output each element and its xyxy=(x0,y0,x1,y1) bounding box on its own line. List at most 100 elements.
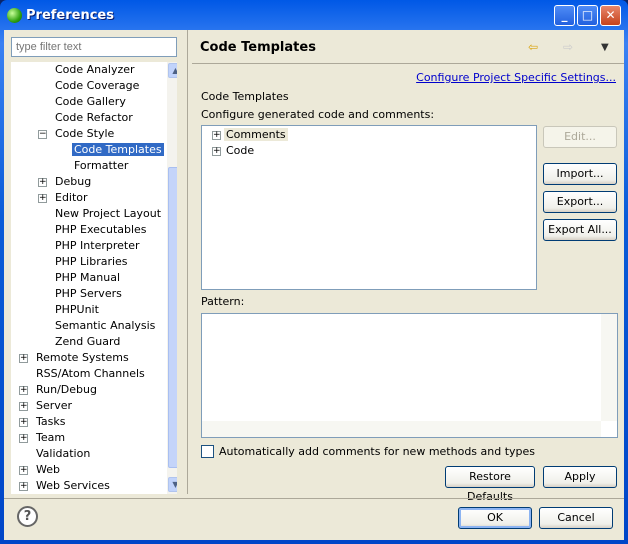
tree-item-label: New Project Layout xyxy=(55,207,162,220)
configure-label: Configure generated code and comments: xyxy=(201,108,435,121)
tree-item[interactable]: PHP Servers xyxy=(53,286,124,302)
sash[interactable] xyxy=(187,30,188,494)
tree-item-label: Code Style xyxy=(55,127,115,140)
expand-icon[interactable]: + xyxy=(19,434,28,443)
help-icon[interactable]: ? xyxy=(17,506,38,527)
expand-icon[interactable]: + xyxy=(212,131,221,140)
window-title: Preferences xyxy=(26,8,114,23)
tree-item[interactable]: Formatter xyxy=(72,158,130,174)
tree-item-label: PHP Executables xyxy=(55,223,147,236)
page-title: Code Templates xyxy=(200,40,316,55)
tree-item[interactable]: + Remote Systems xyxy=(19,350,131,366)
expand-icon[interactable]: + xyxy=(19,466,28,475)
tree-item-label: Run/Debug xyxy=(36,383,97,396)
tree-item[interactable]: + Web xyxy=(19,462,62,478)
import-button[interactable]: Import... xyxy=(543,163,617,185)
export-button[interactable]: Export... xyxy=(543,191,617,213)
template-item-comments[interactable]: + Comments xyxy=(210,127,288,143)
tree-item[interactable]: + Tasks xyxy=(19,414,67,430)
expand-icon[interactable]: + xyxy=(19,418,28,427)
expand-icon[interactable]: + xyxy=(212,147,221,156)
minimize-button[interactable]: _ xyxy=(554,5,575,26)
restore-defaults-button[interactable]: Restore Defaults xyxy=(445,466,535,503)
expand-icon[interactable]: + xyxy=(19,482,28,491)
tree-item[interactable]: Code Gallery xyxy=(53,94,128,110)
export-all-button[interactable]: Export All... xyxy=(543,219,617,241)
tree-item-label: PHP Manual xyxy=(55,271,121,284)
tree-item-label: Code Gallery xyxy=(55,95,126,108)
dialog-body: + Web Services + Web Validation + Team + Tasks + S… xyxy=(4,30,624,540)
tree-item-label: PHP Interpreter xyxy=(55,239,140,252)
tree-item-label: Debug xyxy=(55,175,92,188)
tree-item-label: Formatter xyxy=(74,159,129,172)
maximize-button[interactable]: □ xyxy=(577,5,598,26)
footer-separator xyxy=(4,498,624,499)
edit-button[interactable]: Edit... xyxy=(543,126,617,148)
templates-tree: + Comments + Code xyxy=(201,125,537,290)
tree-item[interactable]: + Debug xyxy=(38,174,93,190)
tree-item[interactable]: PHP Executables xyxy=(53,222,149,238)
tree-item-label: Code Coverage xyxy=(55,79,140,92)
tree-item-label: Code Templates xyxy=(72,143,164,156)
tree-item[interactable]: Code Analyzer xyxy=(53,62,137,78)
scroll-up-button[interactable]: ▲ xyxy=(168,63,177,78)
tree-item-label: Code Refactor xyxy=(55,111,133,124)
tree-item[interactable]: Validation xyxy=(34,446,92,462)
view-menu-icon[interactable]: ▼ xyxy=(601,42,609,53)
tree-item-label: Semantic Analysis xyxy=(55,319,156,332)
filter-input[interactable] xyxy=(11,37,177,57)
scroll-down-button[interactable]: ▼ xyxy=(168,477,177,492)
tree-item-label: Validation xyxy=(36,447,91,460)
expand-icon[interactable]: + xyxy=(38,194,47,203)
tree-item[interactable]: RSS/Atom Channels xyxy=(34,366,147,382)
tree-item-label: Server xyxy=(36,399,73,412)
tree-item[interactable]: Semantic Analysis xyxy=(53,318,157,334)
tree-item-label: Web xyxy=(36,463,60,476)
tree-item[interactable]: New Project Layout xyxy=(53,206,163,222)
tree-item[interactable]: − Code Style xyxy=(38,126,116,142)
tree-item-label: RSS/Atom Channels xyxy=(36,367,145,380)
back-icon[interactable]: ⇦ xyxy=(528,40,538,54)
tree-item[interactable]: PHP Manual xyxy=(53,270,122,286)
tree-item[interactable]: Code Templates xyxy=(72,142,164,158)
collapse-icon[interactable]: − xyxy=(38,130,47,139)
project-settings-link[interactable]: Configure Project Specific Settings... xyxy=(416,71,616,84)
expand-icon[interactable]: + xyxy=(19,354,28,363)
pattern-hscroll[interactable] xyxy=(202,421,601,437)
scroll-thumb[interactable] xyxy=(168,167,177,468)
expand-icon[interactable]: + xyxy=(38,178,47,187)
pattern-vscroll[interactable] xyxy=(601,314,617,421)
auto-comments-checkbox[interactable] xyxy=(201,445,214,458)
expand-icon[interactable]: + xyxy=(19,402,28,411)
tree-item[interactable]: Zend Guard xyxy=(53,334,122,350)
tree-item[interactable]: PHP Interpreter xyxy=(53,238,142,254)
tree-scrollbar[interactable]: ▲ ▼ xyxy=(167,62,177,494)
forward-icon[interactable]: ⇨ xyxy=(563,40,573,54)
eclipse-icon xyxy=(7,8,22,23)
tree-item[interactable]: + Run/Debug xyxy=(19,382,99,398)
tree-item[interactable]: + Web Services xyxy=(19,478,112,494)
auto-comments-label: Automatically add comments for new metho… xyxy=(219,445,536,458)
pattern-label: Pattern: xyxy=(201,295,245,308)
apply-button[interactable]: Apply xyxy=(543,466,617,488)
pattern-textarea[interactable] xyxy=(201,313,618,438)
tree-item[interactable]: Code Refactor xyxy=(53,110,135,126)
tree-item-label: PHPUnit xyxy=(55,303,99,316)
preferences-tree: + Web Services + Web Validation + Team + Tasks + S… xyxy=(11,62,177,494)
tree-item[interactable]: Code Coverage xyxy=(53,78,141,94)
expand-icon[interactable]: + xyxy=(19,386,28,395)
close-button[interactable]: ✕ xyxy=(600,5,621,26)
tree-item[interactable]: + Server xyxy=(19,398,74,414)
tree-item[interactable]: + Editor xyxy=(38,190,90,206)
tree-item[interactable]: + Team xyxy=(19,430,67,446)
tree-item-label: Tasks xyxy=(36,415,66,428)
cancel-button[interactable]: Cancel xyxy=(539,507,613,529)
page-panel: Code Templates ⇦ ⇨ ▼ Configure Project S… xyxy=(192,30,624,503)
title-bar: Preferences _ □ ✕ xyxy=(0,0,628,30)
template-item-code[interactable]: + Code xyxy=(210,143,256,159)
preferences-window: Preferences _ □ ✕ + Web Services + Web Valid… xyxy=(0,0,628,544)
tree-item-label: Code Analyzer xyxy=(55,63,135,76)
tree-item[interactable]: PHPUnit xyxy=(53,302,101,318)
tree-item[interactable]: PHP Libraries xyxy=(53,254,130,270)
ok-button[interactable]: OK xyxy=(458,507,532,529)
